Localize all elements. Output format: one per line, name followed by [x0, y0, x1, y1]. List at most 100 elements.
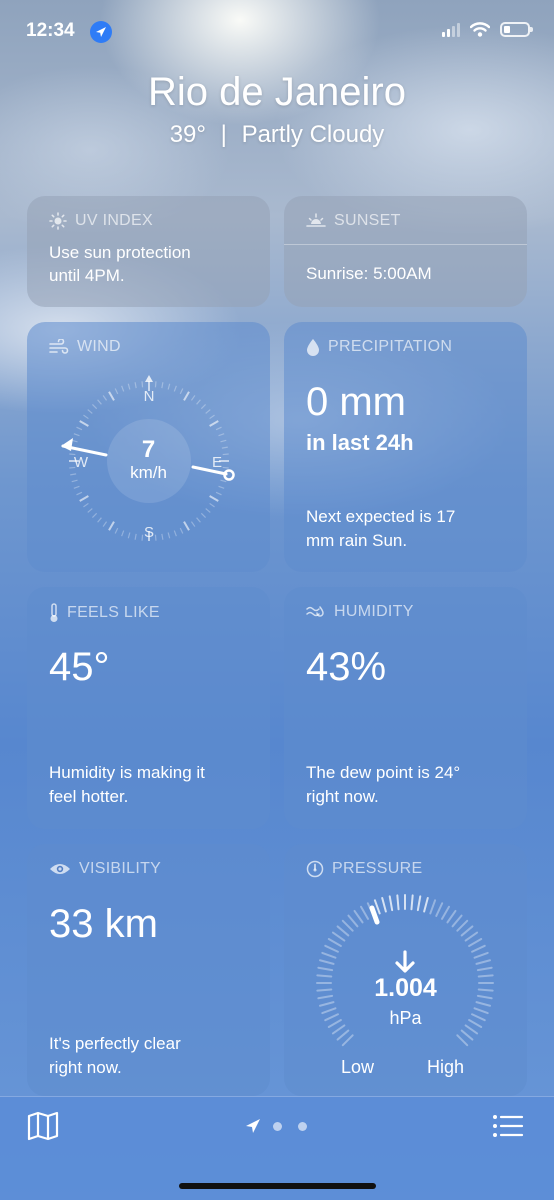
uv-line-2: until 4PM. [49, 266, 125, 285]
page-indicator[interactable] [244, 1117, 314, 1137]
pressure-low-label: Low [341, 1057, 375, 1077]
compass-tick [209, 502, 215, 508]
compass-tick [200, 512, 206, 518]
compass-tick [141, 381, 144, 388]
gauge-tick [410, 894, 414, 911]
gauge-tick [423, 896, 429, 913]
compass-tick [79, 420, 89, 427]
gauge-tick [336, 925, 350, 937]
compass-tick [179, 388, 184, 395]
location-header: Rio de Janeiro 39° | Partly Cloudy [0, 70, 554, 149]
compass-tick [92, 404, 98, 410]
precipitation-card[interactable]: PRECIPITATION 0 mm in last 24h Next expe… [284, 322, 527, 572]
gauge-tick [473, 951, 489, 959]
sun-icon [49, 212, 67, 230]
compass-s: S [144, 524, 154, 541]
visibility-note-2: right now. [49, 1058, 122, 1077]
compass-tick [102, 395, 108, 401]
compass-tick [205, 409, 211, 414]
city-list-button[interactable] [492, 1113, 526, 1141]
humidity-note-2: right now. [306, 787, 379, 806]
gauge-tick [446, 909, 457, 924]
sunrise-time: Sunrise: 5:00AM [306, 264, 432, 283]
compass-tick [114, 388, 119, 395]
uv-index-title: UV INDEX [75, 212, 153, 229]
map-button[interactable] [26, 1111, 62, 1143]
compass-tick [121, 530, 125, 537]
compass-tick [209, 420, 219, 427]
compass-tick [108, 521, 115, 531]
compass-tick [196, 399, 201, 405]
gauge-tick [468, 938, 483, 947]
visibility-header: VISIBILITY [49, 860, 161, 878]
sunset-card[interactable]: SUNSET Sunrise: 5:00AM [284, 196, 527, 307]
compass-tick [190, 395, 196, 401]
pressure-card[interactable]: PRESSURE 1.004 hPa Low High [284, 844, 527, 1096]
compass-tick [215, 426, 222, 431]
uv-index-card[interactable]: UV INDEX Use sun protection until 4PM. [27, 196, 270, 307]
status-time: 12:34 [26, 20, 75, 41]
page-dot-3 [298, 1122, 307, 1131]
feels-like-card[interactable]: FEELS LIKE 45° Humidity is making it fee… [27, 587, 270, 829]
feels-like-value: 45° [49, 645, 110, 689]
drop-icon [307, 339, 319, 356]
feels-like-header: FEELS LIKE [49, 603, 160, 623]
visibility-card[interactable]: VISIBILITY 33 km It's perfectly clear ri… [27, 844, 270, 1096]
compass-tick [73, 485, 80, 489]
home-indicator [179, 1183, 376, 1189]
compass-tick [76, 491, 83, 496]
gauge-tick [381, 896, 387, 913]
status-bar: 12:34 [0, 0, 554, 64]
compass-tick [102, 521, 108, 527]
gauge-tick [388, 895, 394, 912]
pressure-title: PRESSURE [332, 860, 423, 877]
gauge-tick [321, 951, 337, 959]
compass-tick [83, 414, 89, 420]
page-dot-2 [273, 1122, 282, 1131]
gauge-tick [331, 931, 346, 942]
gauge-tick [347, 914, 359, 928]
compass-tick [209, 495, 219, 502]
precipitation-note-2: mm rain Sun. [306, 531, 408, 550]
wind-unit: km/h [130, 463, 167, 482]
gauge-tick [475, 959, 492, 965]
gauge-tick [341, 919, 354, 932]
gauge-tick [435, 902, 444, 917]
wind-title: WIND [77, 338, 121, 355]
compass-tick [215, 491, 222, 496]
north-marker [145, 375, 153, 382]
compass-tick [167, 383, 171, 390]
pressure-unit: hPa [389, 1008, 422, 1028]
compass-tick [183, 521, 190, 531]
humidity-header: HUMIDITY [306, 603, 414, 621]
gauge-tick [429, 899, 437, 915]
humidity-card[interactable]: HUMIDITY 43% The dew point is 24° right … [284, 587, 527, 829]
gauge-tick [324, 944, 339, 953]
compass-tick [114, 527, 119, 534]
compass-n: N [144, 388, 155, 405]
visibility-title: VISIBILITY [79, 860, 162, 877]
wind-card[interactable]: WIND N E S W 7 km/h [27, 322, 270, 572]
gauge-tick [456, 1034, 469, 1047]
uv-line-1: Use sun protection [49, 243, 191, 262]
compass-tick [127, 532, 131, 539]
list-icon [493, 1115, 524, 1137]
gauge-tick [317, 966, 334, 972]
gauge-tick [327, 938, 342, 947]
compass-tick [200, 404, 206, 410]
gauge-tick [353, 909, 364, 924]
location-arrow-icon [90, 21, 112, 43]
compass-tick [76, 426, 83, 431]
wind-icon [49, 339, 69, 354]
compass-tick [209, 414, 215, 420]
thermometer-icon [50, 603, 58, 622]
precipitation-value: 0 mm [306, 380, 406, 424]
summary-separator: | [220, 121, 227, 148]
current-condition: Partly Cloudy [241, 121, 385, 148]
feels-like-note-2: feel hotter. [49, 787, 129, 806]
humidity-note-1: The dew point is 24° [306, 763, 461, 782]
sun-horizon-line [284, 244, 527, 245]
sunset-header: SUNSET [306, 212, 401, 230]
gauge-tick [464, 931, 479, 942]
city-name: Rio de Janeiro [148, 70, 406, 114]
